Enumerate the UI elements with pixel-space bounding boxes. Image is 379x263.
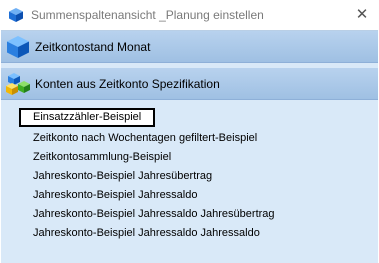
window-title: Summenspaltenansicht _Planung einstellen	[31, 8, 264, 22]
group-konten-aus-zeitkonto[interactable]: Konten aus Zeitkonto Spezifikation	[1, 68, 378, 100]
list-item[interactable]: Zeitkontosammlung-Beispiel	[19, 148, 359, 167]
list-item[interactable]: Jahreskonto-Beispiel Jahressaldo Jahress…	[19, 224, 359, 243]
list-item[interactable]: Jahreskonto-Beispiel Jahresübertrag	[19, 167, 359, 186]
blue-cube-icon	[7, 36, 29, 58]
close-button[interactable]: ✕	[351, 4, 373, 26]
list-item-selected[interactable]: Einsatzzähler-Beispiel	[19, 108, 155, 127]
item-list: Einsatzzähler-Beispiel Zeitkonto nach Wo…	[19, 108, 359, 243]
title-bar: Summenspaltenansicht _Planung einstellen…	[0, 0, 379, 30]
colored-cubes-icon	[6, 73, 30, 95]
summary-column-panel: Zeitkontostand Monat Konten aus Zeitkont…	[1, 30, 378, 263]
group-label: Zeitkontostand Monat	[35, 40, 151, 54]
list-item[interactable]: Jahreskonto-Beispiel Jahressaldo	[19, 186, 359, 205]
list-item[interactable]: Jahreskonto-Beispiel Jahressaldo Jahresü…	[19, 205, 359, 224]
group-zeitkontostand-monat[interactable]: Zeitkontostand Monat	[1, 31, 378, 63]
list-item[interactable]: Zeitkonto nach Wochentagen gefiltert-Bei…	[19, 129, 359, 148]
group-label: Konten aus Zeitkonto Spezifikation	[35, 77, 220, 91]
app-cube-icon	[9, 8, 23, 22]
